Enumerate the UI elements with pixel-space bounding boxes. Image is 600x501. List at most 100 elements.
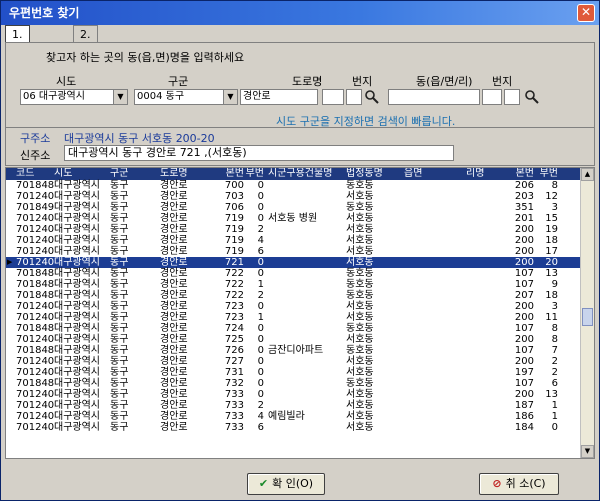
- table-row[interactable]: 701240 대구광역시 동구 경안로 733 6 서호동 184 0: [6, 422, 582, 433]
- column-header-ri[interactable]: 리명: [466, 168, 484, 180]
- bunji2-main-input[interactable]: [482, 89, 502, 105]
- table-row[interactable]: 701848 대구광역시 동구 경안로 724 0 동호동 107 8: [6, 323, 582, 334]
- column-header-sido[interactable]: 시도: [54, 168, 72, 180]
- cell-gugun: 동구: [110, 356, 129, 367]
- dong-search-icon[interactable]: [524, 89, 540, 105]
- scroll-up-icon[interactable]: ▲: [581, 168, 594, 181]
- bunji-sub-input[interactable]: [346, 89, 362, 105]
- cell-gugun: 동구: [110, 279, 129, 290]
- tab-old-address[interactable]: 2. 구주소: [73, 25, 98, 92]
- column-header-building[interactable]: 시군구용건물명: [268, 168, 332, 180]
- new-address-field[interactable]: 대구광역시 동구 경안로 721 ,(서호동): [64, 145, 454, 161]
- table-row[interactable]: 701848 대구광역시 동구 경안로 726 0 금잔디아파트 동호동 107 7: [6, 345, 582, 356]
- cell-road: 경안로: [160, 378, 188, 389]
- column-header-eup[interactable]: 읍면: [404, 168, 422, 180]
- column-header-dong[interactable]: 법정동명: [346, 168, 383, 180]
- close-button[interactable]: ✕: [577, 4, 595, 22]
- table-row[interactable]: 701240 대구광역시 동구 경안로 723 1 서호동 200 11: [6, 312, 582, 323]
- cell-sub-no: 1: [257, 279, 264, 290]
- table-row[interactable]: 701240 대구광역시 동구 경안로 727 0 서호동 200 2: [6, 356, 582, 367]
- table-row[interactable]: 701240 대구광역시 동구 경안로 723 0 서호동 200 3: [6, 301, 582, 312]
- table-row[interactable]: 701240 대구광역시 동구 경안로 733 0 서호동 200 13: [6, 389, 582, 400]
- table-row[interactable]: ▶ 701240 대구광역시 동구 경안로 721 0 서호동 200 20: [6, 257, 582, 268]
- sido-select[interactable]: 06 대구광역시 ▼: [20, 89, 128, 105]
- chevron-down-icon: ▼: [223, 90, 237, 104]
- cell-road: 경안로: [160, 224, 188, 235]
- cell-road: 경안로: [160, 400, 188, 411]
- bunji2-sub-input[interactable]: [504, 89, 520, 105]
- cell-road: 경안로: [160, 345, 188, 356]
- column-header-road[interactable]: 도로명: [160, 168, 188, 180]
- cell-code: 701240: [16, 334, 55, 345]
- table-row[interactable]: 701240 대구광역시 동구 경안로 703 0 서호동 203 12: [6, 191, 582, 202]
- column-header-lot-main[interactable]: 본번: [516, 168, 534, 180]
- cell-sub-no: 0: [257, 301, 264, 312]
- column-header-code[interactable]: 코드: [16, 168, 34, 180]
- cell-code: 701240: [16, 312, 55, 323]
- cell-lot-sub: 15: [545, 213, 558, 224]
- road-search-icon[interactable]: [364, 89, 380, 105]
- scroll-down-icon[interactable]: ▼: [581, 445, 594, 458]
- cell-road: 경안로: [160, 191, 188, 202]
- table-row[interactable]: 701240 대구광역시 동구 경안로 719 0 서호동 병원 서호동 201 15: [6, 213, 582, 224]
- cell-sido: 대구광역시: [54, 323, 100, 334]
- cell-road: 경안로: [160, 367, 188, 378]
- road-input[interactable]: 경안로: [240, 89, 318, 105]
- cell-main-no: 732: [224, 378, 244, 389]
- cell-sido: 대구광역시: [54, 411, 100, 422]
- bunji-main-input[interactable]: [322, 89, 344, 105]
- cell-dong: 동호동: [346, 345, 374, 356]
- cell-sido: 대구광역시: [54, 389, 100, 400]
- table-row[interactable]: 701848 대구광역시 동구 경안로 732 0 동호동 107 6: [6, 378, 582, 389]
- cancel-button[interactable]: ⊘ 취 소(C): [479, 473, 559, 495]
- table-row[interactable]: 701240 대구광역시 동구 경안로 725 0 서호동 200 8: [6, 334, 582, 345]
- ok-button[interactable]: ✔ 확 인(O): [247, 473, 325, 495]
- cell-code: 701240: [16, 367, 55, 378]
- cell-main-no: 733: [224, 400, 244, 411]
- cell-code: 701240: [16, 389, 55, 400]
- table-row[interactable]: 701849 대구광역시 동구 경안로 706 0 동호동 351 3: [6, 202, 582, 213]
- grid-rows: 701848 대구광역시 동구 경안로 700 0 동호동 206 8 701240 대구광역시 동구…: [6, 180, 582, 433]
- cell-lot-sub: 2: [551, 367, 558, 378]
- column-header-sub-no[interactable]: 부번: [246, 168, 264, 180]
- table-row[interactable]: 701240 대구광역시 동구 경안로 719 2 서호동 200 19: [6, 224, 582, 235]
- table-row[interactable]: 701240 대구광역시 동구 경안로 719 4 서호동 200 18: [6, 235, 582, 246]
- cell-lot-sub: 0: [551, 422, 558, 433]
- scroll-thumb[interactable]: [582, 308, 593, 326]
- cell-sub-no: 0: [257, 268, 264, 279]
- cell-building: 금잔디아파트: [268, 345, 324, 356]
- dong-input[interactable]: [388, 89, 480, 105]
- table-row[interactable]: 701848 대구광역시 동구 경안로 700 0 동호동 206 8: [6, 180, 582, 191]
- table-row[interactable]: 701240 대구광역시 동구 경안로 733 2 서호동 187 1: [6, 400, 582, 411]
- cell-main-no: 722: [224, 290, 244, 301]
- gugun-select[interactable]: 0004 동구 ▼: [134, 89, 238, 105]
- cell-lot-main: 107: [514, 323, 534, 334]
- table-row[interactable]: 701240 대구광역시 동구 경안로 733 4 예림빌라 서호동 186 1: [6, 411, 582, 422]
- vertical-scrollbar[interactable]: ▲ ▼: [580, 168, 594, 458]
- table-row[interactable]: 701240 대구광역시 동구 경안로 719 6 서호동 200 17: [6, 246, 582, 257]
- cell-road: 경안로: [160, 290, 188, 301]
- table-row[interactable]: 701240 대구광역시 동구 경안로 731 0 서호동 197 2: [6, 367, 582, 378]
- cell-sido: 대구광역시: [54, 422, 100, 433]
- cell-road: 경안로: [160, 301, 188, 312]
- cell-main-no: 722: [224, 279, 244, 290]
- cell-road: 경안로: [160, 235, 188, 246]
- column-header-main-no[interactable]: 본번: [226, 168, 244, 180]
- cell-code: 701240: [16, 356, 55, 367]
- cell-gugun: 동구: [110, 367, 129, 378]
- table-row[interactable]: 701848 대구광역시 동구 경안로 722 2 동호동 207 18: [6, 290, 582, 301]
- cell-lot-main: 200: [514, 301, 534, 312]
- cell-main-no: 725: [224, 334, 244, 345]
- cell-code: 701240: [16, 301, 55, 312]
- column-header-lot-sub[interactable]: 부번: [540, 168, 558, 180]
- cell-main-no: 706: [224, 202, 244, 213]
- cell-dong: 서호동: [346, 301, 374, 312]
- cell-lot-main: 207: [514, 290, 534, 301]
- cell-gugun: 동구: [110, 345, 129, 356]
- cell-lot-main: 187: [514, 400, 534, 411]
- table-row[interactable]: 701848 대구광역시 동구 경안로 722 0 동호동 107 13: [6, 268, 582, 279]
- table-row[interactable]: 701848 대구광역시 동구 경안로 722 1 동호동 107 9: [6, 279, 582, 290]
- cell-lot-sub: 19: [545, 224, 558, 235]
- column-header-gugun[interactable]: 구군: [110, 168, 128, 180]
- cell-road: 경안로: [160, 279, 188, 290]
